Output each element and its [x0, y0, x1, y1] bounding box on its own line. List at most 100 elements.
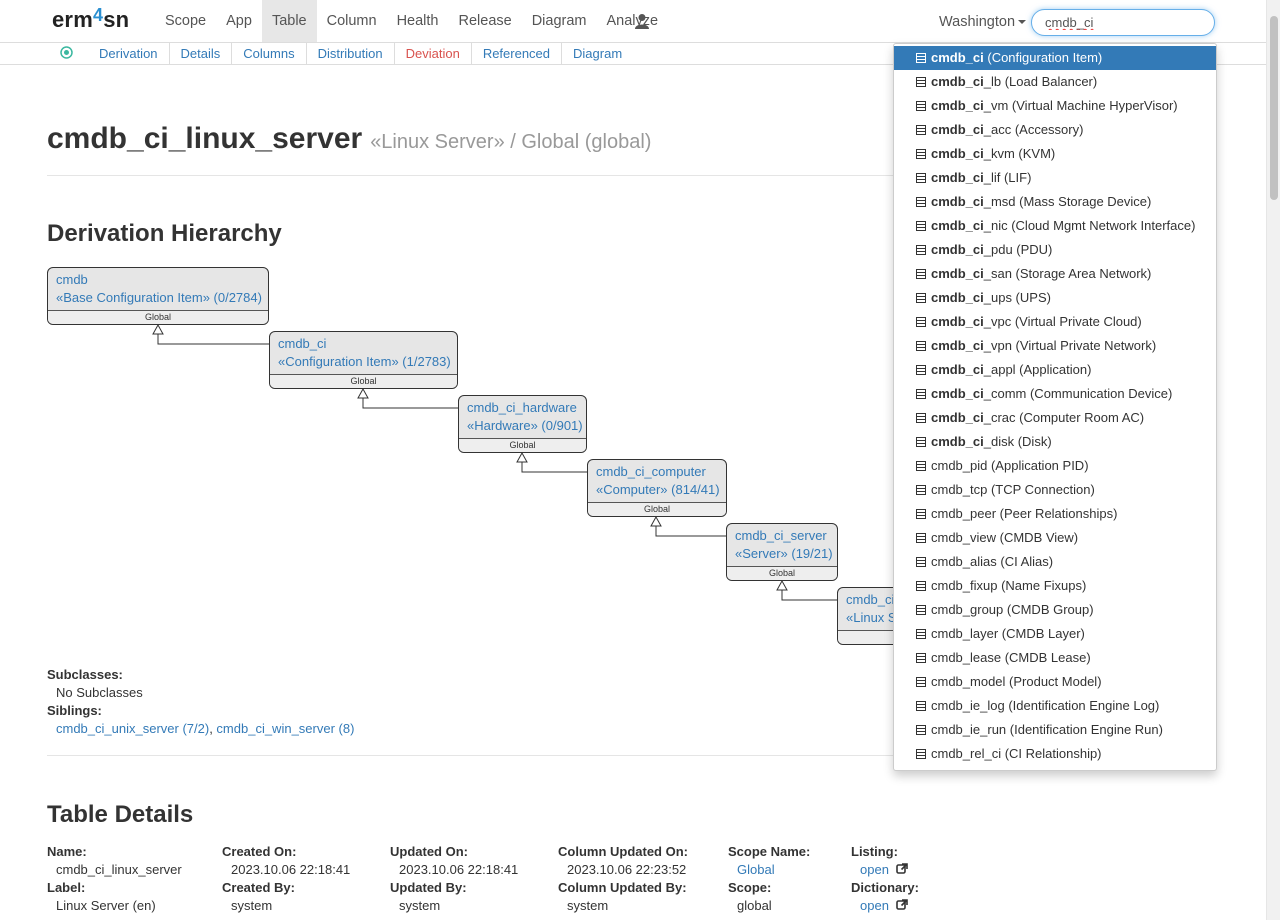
suggestion-match: cmdb_ci — [931, 98, 984, 113]
detail-label: Label: — [47, 880, 86, 895]
suggestion-text: _crac (Computer Room AC) — [983, 410, 1145, 425]
scope-name-link[interactable]: Global — [737, 862, 775, 877]
hierarchy-node-cmdb-ci-server[interactable]: cmdb_ci_server «Server» (19/21) Global — [726, 523, 838, 581]
detail-label: Dictionary: — [851, 880, 919, 895]
suggestion-item[interactable]: cmdb_view (CMDB View) — [894, 526, 1216, 550]
suggestion-item[interactable]: cmdb_alias (CI Alias) — [894, 550, 1216, 574]
suggestion-item[interactable]: cmdb_model (Product Model) — [894, 670, 1216, 694]
suggestion-item[interactable]: cmdb_pid (Application PID) — [894, 454, 1216, 478]
table-icon — [916, 389, 926, 399]
scrollbar-thumb[interactable] — [1270, 16, 1278, 200]
siblings-list: cmdb_ci_unix_server (7/2), cmdb_ci_win_s… — [56, 721, 355, 736]
suggestion-item[interactable]: cmdb_ci_lif (LIF) — [894, 166, 1216, 190]
suggestion-item[interactable]: cmdb_ci_appl (Application) — [894, 358, 1216, 382]
table-icon — [916, 269, 926, 279]
search-input[interactable] — [1031, 9, 1215, 36]
suggestion-match: cmdb_ci — [931, 410, 984, 425]
suggestion-item[interactable]: cmdb_ci_vm (Virtual Machine HyperVisor) — [894, 94, 1216, 118]
detail-label: Updated On: — [390, 844, 468, 859]
suggestion-text: _msd (Mass Storage Device) — [983, 194, 1152, 209]
suggestion-text: cmdb_fixup (Name Fixups) — [931, 578, 1087, 593]
suggestion-item[interactable]: cmdb_layer (CMDB Layer) — [894, 622, 1216, 646]
siblings-label: Siblings: — [47, 703, 102, 718]
suggestion-text: _nic (Cloud Mgmt Network Interface) — [983, 218, 1196, 233]
detail-value-created-on: 2023.10.06 22:18:41 — [231, 862, 351, 877]
suggestion-text: cmdb_lease (CMDB Lease) — [931, 650, 1091, 665]
subclasses-value: No Subclasses — [56, 685, 143, 700]
suggestion-item[interactable]: cmdb_ci_disk (Disk) — [894, 430, 1216, 454]
table-icon — [916, 293, 926, 303]
detail-label: Column Updated By: — [558, 880, 687, 895]
suggestion-text: cmdb_model (Product Model) — [931, 674, 1102, 689]
suggestion-item[interactable]: cmdb_ci_acc (Accessory) — [894, 118, 1216, 142]
suggestion-match: cmdb_ci — [931, 122, 984, 137]
listing-open-link[interactable]: open — [860, 862, 889, 877]
detail-value-dictionary: open — [860, 898, 908, 913]
suggestion-match: cmdb_ci — [931, 50, 984, 65]
sibling-link[interactable]: cmdb_ci_win_server (8) — [216, 721, 354, 736]
suggestion-text: cmdb_alias (CI Alias) — [931, 554, 1054, 569]
detail-value-created-by: system — [231, 898, 273, 913]
scope-dropdown[interactable]: Washington — [939, 14, 1027, 30]
suggestion-item[interactable]: cmdb_ci_vpn (Virtual Private Network) — [894, 334, 1216, 358]
suggestion-item[interactable]: cmdb_ci_vpc (Virtual Private Cloud) — [894, 310, 1216, 334]
hierarchy-node-cmdb-ci-computer[interactable]: cmdb_ci_computer «Computer» (814/41) Glo… — [587, 459, 727, 517]
suggestion-item[interactable]: cmdb_lease (CMDB Lease) — [894, 646, 1216, 670]
detail-value-updated-on: 2023.10.06 22:18:41 — [399, 862, 519, 877]
suggestion-match: cmdb_ci — [931, 386, 984, 401]
suggestion-item[interactable]: cmdb_ci_pdu (PDU) — [894, 238, 1216, 262]
dictionary-open-link[interactable]: open — [860, 898, 889, 913]
suggestion-item[interactable]: cmdb_ie_run (Identification Engine Run) — [894, 718, 1216, 742]
hierarchy-node-cmdb[interactable]: cmdb «Base Configuration Item» (0/2784) … — [47, 267, 269, 325]
suggestion-item[interactable]: cmdb_ci_ups (UPS) — [894, 286, 1216, 310]
suggestion-text: _vpc (Virtual Private Cloud) — [983, 314, 1142, 329]
suggestion-item[interactable]: cmdb_ci_comm (Communication Device) — [894, 382, 1216, 406]
detail-label: Created On: — [222, 844, 297, 859]
detail-label: Updated By: — [390, 880, 467, 895]
suggestion-text: _kvm (KVM) — [983, 146, 1056, 161]
table-icon — [916, 461, 926, 471]
detail-label: Created By: — [222, 880, 295, 895]
suggestion-text: _comm (Communication Device) — [983, 386, 1173, 401]
suggestion-text: (Configuration Item) — [983, 50, 1103, 65]
table-icon — [916, 557, 926, 567]
external-link-icon[interactable] — [895, 863, 908, 875]
table-icon — [916, 437, 926, 447]
suggestion-item[interactable]: cmdb_rel_ci (CI Relationship) — [894, 742, 1216, 766]
suggestion-item[interactable]: cmdb_peer (Peer Relationships) — [894, 502, 1216, 526]
table-icon — [916, 413, 926, 423]
table-icon — [916, 605, 926, 615]
table-icon — [916, 221, 926, 231]
external-link-icon[interactable] — [895, 899, 908, 911]
detail-value-name: cmdb_ci_linux_server — [56, 862, 182, 877]
suggestion-item[interactable]: cmdb_ci_lb (Load Balancer) — [894, 70, 1216, 94]
suggestion-match: cmdb_ci — [931, 290, 984, 305]
suggestion-item[interactable]: cmdb_ci_nic (Cloud Mgmt Network Interfac… — [894, 214, 1216, 238]
hierarchy-node-cmdb-ci-hardware[interactable]: cmdb_ci_hardware «Hardware» (0/901) Glob… — [458, 395, 587, 453]
table-icon — [916, 701, 926, 711]
suggestion-text: _san (Storage Area Network) — [983, 266, 1152, 281]
suggestion-text: _acc (Accessory) — [983, 122, 1084, 137]
suggestion-match: cmdb_ci — [931, 218, 984, 233]
sibling-link[interactable]: cmdb_ci_unix_server (7/2) — [56, 721, 209, 736]
suggestion-item[interactable]: cmdb_ci_msd (Mass Storage Device) — [894, 190, 1216, 214]
detail-label: Scope: — [728, 880, 772, 895]
suggestion-match: cmdb_ci — [931, 362, 984, 377]
table-icon — [916, 245, 926, 255]
table-icon — [916, 581, 926, 591]
table-icon — [916, 53, 926, 63]
suggestion-item[interactable]: cmdb_ie_log (Identification Engine Log) — [894, 694, 1216, 718]
hierarchy-node-cmdb-ci[interactable]: cmdb_ci «Configuration Item» (1/2783) Gl… — [269, 331, 458, 389]
suggestion-item[interactable]: cmdb_ci_san (Storage Area Network) — [894, 262, 1216, 286]
suggestion-item[interactable]: cmdb_tcp (TCP Connection) — [894, 478, 1216, 502]
suggestion-item[interactable]: cmdb_group (CMDB Group) — [894, 598, 1216, 622]
table-icon — [916, 197, 926, 207]
suggestion-item[interactable]: cmdb_ci_crac (Computer Room AC) — [894, 406, 1216, 430]
suggestion-item[interactable]: cmdb_ci_kvm (KVM) — [894, 142, 1216, 166]
suggestion-item[interactable]: cmdb_ci (Configuration Item) — [894, 46, 1216, 70]
suggestion-text: _lb (Load Balancer) — [983, 74, 1098, 89]
table-icon — [916, 77, 926, 87]
suggestion-item[interactable]: cmdb_fixup (Name Fixups) — [894, 574, 1216, 598]
page-scrollbar[interactable] — [1266, 0, 1280, 920]
detail-value-scope: global — [737, 898, 772, 913]
